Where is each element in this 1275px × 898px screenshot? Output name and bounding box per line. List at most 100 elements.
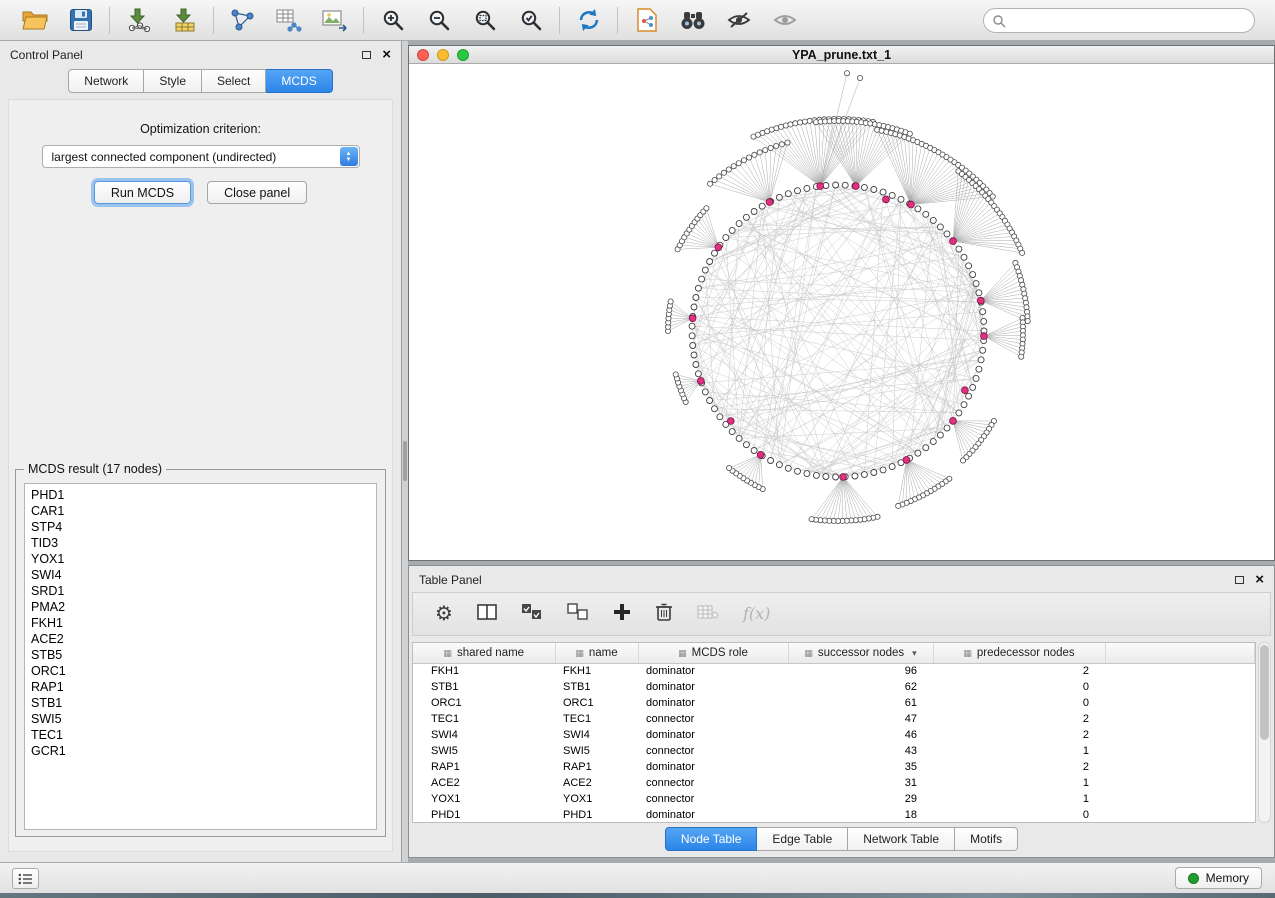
cell-role: connector: [638, 711, 788, 727]
table-row[interactable]: YOX1YOX1connector291: [413, 791, 1255, 807]
table-row[interactable]: SWI5SWI5connector431: [413, 743, 1255, 759]
table-row[interactable]: FKH1FKH1dominator962: [413, 663, 1255, 679]
export-image-button[interactable]: [318, 4, 351, 37]
zoom-fit-button[interactable]: [468, 4, 501, 37]
add-row-button[interactable]: [613, 603, 631, 626]
new-network-button[interactable]: [226, 4, 259, 37]
save-session-button[interactable]: [64, 4, 97, 37]
cell-shared-name: ACE2: [413, 775, 555, 791]
network-table-button[interactable]: [272, 4, 305, 37]
criterion-dropdown[interactable]: largest connected component (undirected)…: [42, 145, 360, 168]
export-document-button[interactable]: [630, 4, 663, 37]
open-folder-icon: [22, 9, 48, 31]
table-row[interactable]: TEC1TEC1connector472: [413, 711, 1255, 727]
tab-motifs[interactable]: Motifs: [955, 827, 1018, 851]
mcds-result-item[interactable]: STB1: [31, 695, 376, 711]
col-successor-nodes[interactable]: ▦successor nodes▾: [788, 643, 933, 663]
col-filler: [1105, 643, 1255, 663]
close-panel-icon-button[interactable]: ×: [382, 50, 391, 60]
table-settings-button[interactable]: ⚙: [435, 604, 453, 625]
network-canvas[interactable]: [409, 64, 1274, 560]
table-row[interactable]: RAP1RAP1dominator352: [413, 759, 1255, 775]
trash-icon: [655, 602, 673, 622]
table-row[interactable]: ORC1ORC1dominator610: [413, 695, 1255, 711]
cell-name: SWI4: [555, 727, 638, 743]
tab-node-table[interactable]: Node Table: [665, 827, 758, 851]
zoom-selected-button[interactable]: [514, 4, 547, 37]
mcds-result-item[interactable]: ORC1: [31, 663, 376, 679]
memory-button[interactable]: Memory: [1175, 867, 1262, 889]
mcds-result-item[interactable]: SWI4: [31, 567, 376, 583]
cell-successors: 31: [788, 775, 933, 791]
zoom-out-button[interactable]: [422, 4, 455, 37]
show-columns-button[interactable]: [477, 603, 497, 626]
zoom-in-button[interactable]: [376, 4, 409, 37]
tab-select[interactable]: Select: [202, 69, 266, 93]
table-row[interactable]: STB1STB1dominator620: [413, 679, 1255, 695]
delete-table-button: [697, 604, 719, 625]
open-file-button[interactable]: [18, 4, 51, 37]
scrollbar-thumb[interactable]: [1260, 645, 1269, 740]
splitter-handle[interactable]: [403, 441, 407, 481]
node-table-body: FKH1FKH1dominator962STB1STB1dominator620…: [413, 663, 1255, 823]
mcds-result-item[interactable]: PHD1: [31, 487, 376, 503]
import-network-button[interactable]: [122, 4, 155, 37]
function-builder-button: f(x): [743, 604, 770, 624]
mcds-result-item[interactable]: CAR1: [31, 503, 376, 519]
table-row[interactable]: SWI4SWI4dominator462: [413, 727, 1255, 743]
float-panel-button[interactable]: [362, 51, 371, 59]
search-input[interactable]: [983, 8, 1255, 33]
status-menu-button[interactable]: [12, 868, 39, 889]
table-row[interactable]: ACE2ACE2connector311: [413, 775, 1255, 791]
mcds-result-item[interactable]: SRD1: [31, 583, 376, 599]
mcds-result-item[interactable]: TEC1: [31, 727, 376, 743]
delete-row-button[interactable]: [655, 602, 673, 627]
deselect-all-button[interactable]: [567, 603, 589, 626]
tab-mcds[interactable]: MCDS: [266, 69, 332, 93]
col-mcds-role[interactable]: ▦MCDS role: [638, 643, 788, 663]
mcds-result-item[interactable]: TID3: [31, 535, 376, 551]
tab-style[interactable]: Style: [144, 69, 202, 93]
zoom-out-icon: [427, 8, 451, 32]
cell-filler: [1105, 679, 1255, 695]
tab-network-table[interactable]: Network Table: [848, 827, 955, 851]
close-panel-button[interactable]: Close panel: [207, 181, 307, 204]
col-shared-name[interactable]: ▦shared name: [413, 643, 555, 663]
mcds-tab-content: Optimization criterion: largest connecte…: [8, 99, 393, 852]
col-predecessor-nodes[interactable]: ▦predecessor nodes: [933, 643, 1105, 663]
tab-network[interactable]: Network: [68, 69, 144, 93]
tab-edge-table[interactable]: Edge Table: [757, 827, 848, 851]
window-zoom-button[interactable]: [457, 49, 469, 61]
float-table-panel-button[interactable]: [1235, 576, 1244, 584]
mcds-result-item[interactable]: YOX1: [31, 551, 376, 567]
mcds-result-item[interactable]: GCR1: [31, 743, 376, 759]
hide-annotations-button[interactable]: [722, 4, 755, 37]
mcds-result-item[interactable]: STB5: [31, 647, 376, 663]
mcds-result-item[interactable]: FKH1: [31, 615, 376, 631]
network-window-titlebar[interactable]: YPA_prune.txt_1: [409, 46, 1274, 64]
window-close-button[interactable]: [417, 49, 429, 61]
run-mcds-button[interactable]: Run MCDS: [94, 181, 191, 204]
cell-filler: [1105, 807, 1255, 823]
memory-label: Memory: [1206, 871, 1249, 885]
mcds-result-item[interactable]: ACE2: [31, 631, 376, 647]
mcds-result-item[interactable]: PMA2: [31, 599, 376, 615]
mcds-result-item[interactable]: STP4: [31, 519, 376, 535]
columns-icon: [477, 603, 497, 621]
cell-shared-name: RAP1: [413, 759, 555, 775]
mcds-result-item[interactable]: RAP1: [31, 679, 376, 695]
cell-predecessors: 2: [933, 727, 1105, 743]
table-scrollbar[interactable]: [1258, 642, 1271, 823]
search-network-button[interactable]: [676, 4, 709, 37]
refresh-layout-button[interactable]: [572, 4, 605, 37]
mcds-result-item[interactable]: SWI5: [31, 711, 376, 727]
select-all-button[interactable]: [521, 603, 543, 626]
close-table-panel-button[interactable]: ×: [1255, 575, 1264, 585]
import-table-button[interactable]: [168, 4, 201, 37]
import-network-icon: [126, 8, 152, 32]
mcds-result-list[interactable]: PHD1CAR1STP4TID3YOX1SWI4SRD1PMA2FKH1ACE2…: [24, 483, 377, 830]
table-row[interactable]: PHD1PHD1dominator180: [413, 807, 1255, 823]
window-minimize-button[interactable]: [437, 49, 449, 61]
col-name[interactable]: ▦name: [555, 643, 638, 663]
dropdown-stepper-icon: ▲▼: [340, 147, 358, 166]
